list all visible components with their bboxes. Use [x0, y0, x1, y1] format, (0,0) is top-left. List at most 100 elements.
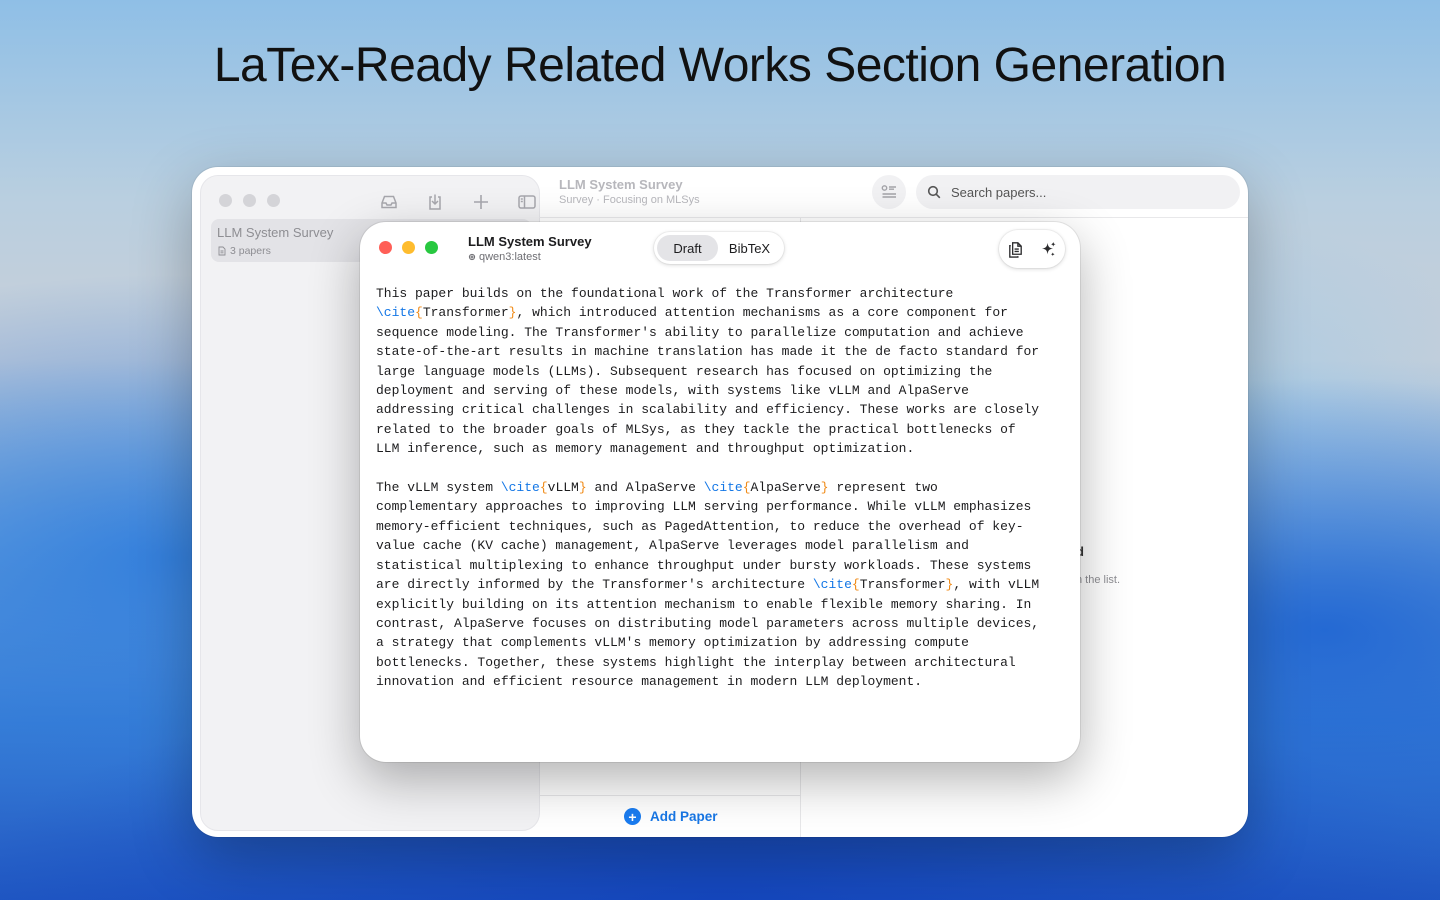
draft-text-segment: value cache (KV cache) management, AlpaS…	[376, 538, 969, 554]
draft-line: sequence modeling. The Transformer's abi…	[376, 323, 1066, 342]
draft-line: LLM inference, such as memory management…	[376, 439, 1066, 458]
cite-brace: {	[539, 480, 548, 496]
sparkles-icon[interactable]	[1038, 238, 1060, 260]
cite-command: \cite	[376, 305, 416, 321]
tray-icon[interactable]	[377, 190, 401, 214]
zoom-button[interactable]	[425, 241, 438, 254]
tab-bibtex[interactable]: BibTeX	[718, 235, 781, 261]
sidebar-toolbar	[377, 190, 539, 214]
list-header-subtitle: Survey · Focusing on MLSys	[559, 194, 700, 206]
collection-name: LLM System Survey	[217, 225, 334, 240]
draft-text-segment: AlpaServe	[750, 480, 821, 496]
cite-brace: {	[742, 480, 751, 496]
cite-command: \cite	[703, 480, 743, 496]
close-button[interactable]	[379, 241, 392, 254]
window-controls	[379, 241, 438, 254]
model-name: qwen3:latest	[479, 251, 541, 263]
search-input[interactable]	[949, 183, 1233, 201]
draft-line: related to the broader goals of MLSys, a…	[376, 420, 1066, 439]
draft-line: bottlenecks. Together, these systems hig…	[376, 653, 1066, 672]
filter-button[interactable]	[872, 175, 906, 209]
draft-line: The vLLM system \cite{vLLM} and AlpaServ…	[376, 478, 1066, 497]
plus-circle-icon: +	[624, 808, 641, 825]
draft-line: explicitly building on its attention mec…	[376, 595, 1066, 614]
window-controls-inactive	[219, 194, 280, 207]
draft-text-segment: represent two	[828, 480, 938, 496]
draft-text-segment: sequence modeling. The Transformer's abi…	[376, 324, 1024, 340]
header-divider	[539, 217, 1248, 218]
draft-line	[376, 459, 1066, 478]
draft-line: contrast, AlpaServe focuses on distribut…	[376, 614, 1066, 633]
draft-text-segment: The vLLM system	[376, 480, 501, 496]
add-paper-label: Add Paper	[650, 809, 718, 824]
draft-text-segment: large language models (LLMs). Subsequent…	[376, 363, 993, 379]
draft-text-segment: deployment and serving of these models, …	[376, 383, 969, 399]
draft-window: LLM System Survey qwen3:latest Draft Bib…	[360, 222, 1080, 762]
draft-text-segment: This paper builds on the foundational wo…	[376, 286, 954, 301]
draft-text-segment: memory-efficient techniques, such as Pag…	[376, 518, 1024, 534]
cite-command: \cite	[812, 577, 852, 593]
draft-line: value cache (KV cache) management, AlpaS…	[376, 536, 1066, 555]
draft-text-segment: vLLM	[547, 480, 579, 496]
draft-text-segment: and AlpaServe	[586, 480, 704, 496]
draft-text-segment: LLM inference, such as memory management…	[376, 441, 915, 457]
draft-line: state-of-the-art results in machine tran…	[376, 342, 1066, 361]
draft-text-segment: state-of-the-art results in machine tran…	[376, 344, 1040, 360]
list-filter-icon	[881, 185, 896, 198]
draft-text-segment: are directly informed by the Transformer…	[376, 577, 813, 593]
draft-line: This paper builds on the foundational wo…	[376, 284, 1066, 303]
search-icon	[927, 185, 941, 199]
headline: LaTex-Ready Related Works Section Genera…	[213, 39, 1227, 92]
document-icon	[218, 246, 226, 256]
search-field[interactable]	[916, 175, 1240, 209]
model-gear-icon	[468, 253, 476, 261]
draft-text-segment: Transformer	[422, 305, 509, 321]
collection-count: 3 papers	[217, 245, 271, 257]
view-mode-segmented-control: Draft BibTeX	[654, 232, 784, 264]
tab-draft[interactable]: Draft	[657, 235, 719, 261]
draft-line: statistical multiplexing to enhance thro…	[376, 556, 1066, 575]
draft-actions	[999, 230, 1065, 268]
draft-line: innovation and efficient resource manage…	[376, 672, 1066, 691]
draft-line: large language models (LLMs). Subsequent…	[376, 362, 1066, 381]
list-footer-divider	[539, 795, 800, 796]
draft-line: memory-efficient techniques, such as Pag…	[376, 517, 1066, 536]
draft-text-segment: related to the broader goals of MLSys, a…	[376, 421, 1016, 437]
close-dot[interactable]	[219, 194, 232, 207]
cite-brace: {	[851, 577, 860, 593]
add-paper-button[interactable]: + Add Paper	[624, 808, 718, 825]
draft-text-segment: statistical multiplexing to enhance thro…	[376, 557, 1032, 573]
draft-text-segment: explicitly building on its attention mec…	[376, 596, 1032, 612]
sidebar-icon[interactable]	[515, 190, 539, 214]
copy-icon[interactable]	[1005, 238, 1027, 260]
model-indicator: qwen3:latest	[468, 251, 541, 263]
download-icon[interactable]	[423, 190, 447, 214]
detail-empty-hint: n the list.	[1076, 574, 1121, 586]
zoom-dot[interactable]	[267, 194, 280, 207]
draft-text-segment: contrast, AlpaServe focuses on distribut…	[376, 615, 1040, 631]
collection-count-label: 3 papers	[230, 245, 271, 257]
draft-line: addressing critical challenges in scalab…	[376, 400, 1066, 419]
draft-line: are directly informed by the Transformer…	[376, 575, 1066, 594]
draft-text[interactable]: This paper builds on the foundational wo…	[376, 284, 1066, 692]
cite-brace: }	[578, 480, 587, 496]
draft-text-segment: , with vLLM	[953, 577, 1040, 593]
cite-brace: {	[415, 305, 423, 321]
draft-text-segment: Transformer	[859, 577, 946, 593]
draft-text-segment: bottlenecks. Together, these systems hig…	[376, 654, 1016, 670]
draft-line: complementary approaches to improving LL…	[376, 497, 1066, 516]
draft-line: a strategy that complements vLLM's memor…	[376, 633, 1066, 652]
draft-text-segment: innovation and efficient resource manage…	[376, 674, 923, 690]
minimize-dot[interactable]	[243, 194, 256, 207]
draft-text-segment: complementary approaches to improving LL…	[376, 499, 1032, 515]
draft-line: \cite{Transformer}, which introduced att…	[376, 303, 1066, 322]
draft-window-title: LLM System Survey	[468, 234, 592, 249]
plus-icon[interactable]	[469, 190, 493, 214]
list-header-title: LLM System Survey	[559, 177, 683, 192]
draft-text-segment: , which introduced attention mechanisms …	[516, 305, 1008, 321]
minimize-button[interactable]	[402, 241, 415, 254]
draft-text-segment: a strategy that complements vLLM's memor…	[376, 635, 969, 651]
draft-text-segment: addressing critical challenges in scalab…	[376, 402, 1040, 418]
draft-line: deployment and serving of these models, …	[376, 381, 1066, 400]
cite-brace: }	[820, 480, 829, 496]
